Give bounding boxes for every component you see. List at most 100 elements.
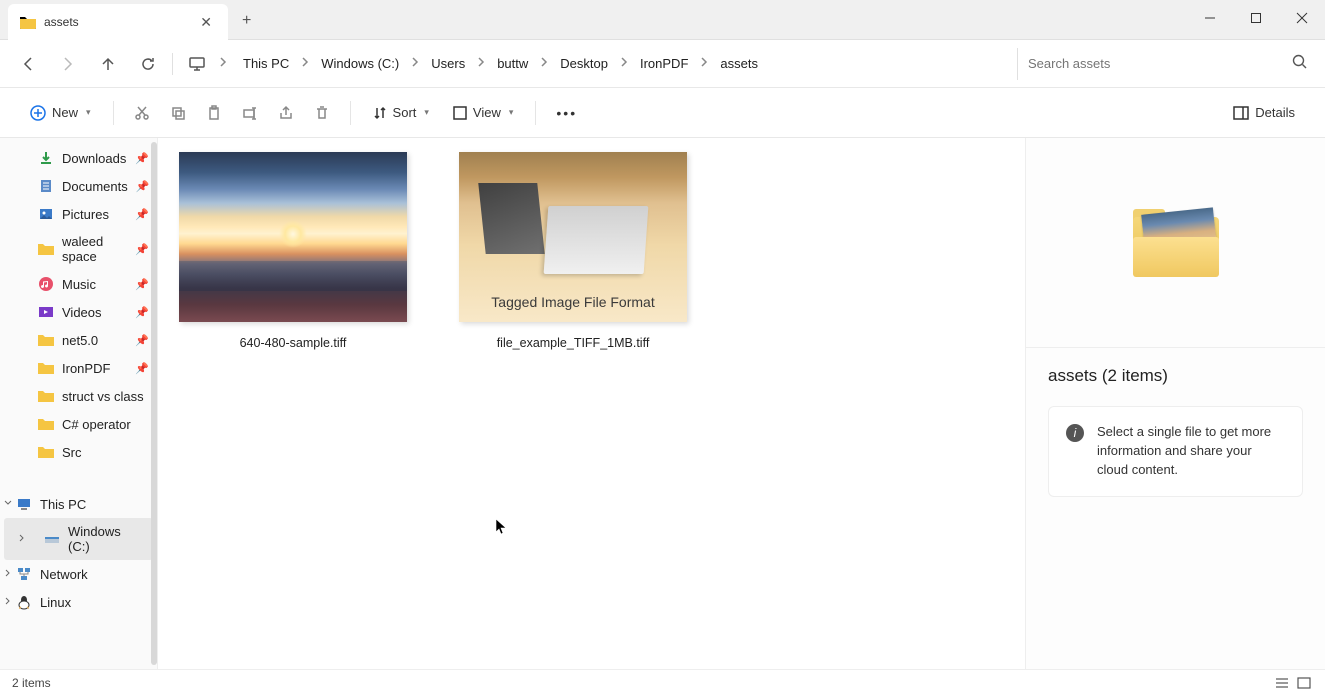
breadcrumb-item[interactable]: Users <box>425 52 471 75</box>
file-thumbnail <box>179 152 407 322</box>
file-name: file_example_TIFF_1MB.tiff <box>497 336 650 350</box>
folder-icon <box>38 241 54 257</box>
tab-close-button[interactable]: ✕ <box>196 14 216 31</box>
folder-icon <box>20 15 36 29</box>
download-icon <box>38 150 54 166</box>
sidebar-label: Videos <box>62 305 102 320</box>
sidebar-item-folder[interactable]: IronPDF 📌 <box>0 354 157 382</box>
sidebar-item-network[interactable]: Network <box>0 560 157 588</box>
window-tab[interactable]: assets ✕ <box>8 4 228 40</box>
search-icon[interactable] <box>1292 54 1307 74</box>
sidebar-item-documents[interactable]: Documents📌 <box>0 172 157 200</box>
linux-icon <box>16 594 32 610</box>
breadcrumb-item[interactable]: Desktop <box>554 52 614 75</box>
view-label: View <box>473 105 501 120</box>
breadcrumb-chevron[interactable] <box>217 53 229 74</box>
sidebar-label: IronPDF <box>62 361 110 376</box>
pictures-icon <box>38 206 54 222</box>
expand-icon[interactable] <box>4 597 12 608</box>
pin-icon: 📌 <box>135 362 149 375</box>
folder-icon <box>38 360 54 376</box>
expand-icon[interactable] <box>18 534 26 545</box>
rename-button[interactable] <box>234 99 266 127</box>
minimize-button[interactable] <box>1187 0 1233 36</box>
search-input[interactable] <box>1028 56 1292 71</box>
sidebar-item-folder[interactable]: waleed space📌 <box>0 228 157 270</box>
sort-button[interactable]: Sort ▾ <box>363 99 439 126</box>
network-icon <box>16 566 32 582</box>
breadcrumb-chevron[interactable] <box>409 53 421 74</box>
sort-label: Sort <box>393 105 417 120</box>
sidebar-item-videos[interactable]: Videos📌 <box>0 298 157 326</box>
copy-button[interactable] <box>162 99 194 127</box>
breadcrumb-chevron[interactable] <box>299 53 311 74</box>
breadcrumb-chevron[interactable] <box>538 53 550 74</box>
share-button[interactable] <box>270 99 302 127</box>
breadcrumb-chevron[interactable] <box>698 53 710 74</box>
expand-icon[interactable] <box>4 569 12 580</box>
sidebar-item-folder[interactable]: Src <box>0 438 157 466</box>
sidebar-label: Documents <box>62 179 128 194</box>
view-button[interactable]: View ▾ <box>443 99 523 126</box>
sidebar-item-drive[interactable]: Windows (C:) <box>4 518 153 560</box>
sidebar-item-downloads[interactable]: Downloads📌 <box>0 144 157 172</box>
breadcrumb-item[interactable]: IronPDF <box>634 52 694 75</box>
new-tab-button[interactable]: + <box>228 0 265 42</box>
maximize-button[interactable] <box>1233 0 1279 36</box>
new-button[interactable]: New ▾ <box>20 99 101 127</box>
videos-icon <box>38 304 54 320</box>
sidebar-label: struct vs class <box>62 389 144 404</box>
breadcrumb-item[interactable]: Windows (C:) <box>315 52 405 75</box>
pc-icon[interactable] <box>177 44 217 84</box>
cut-button[interactable] <box>126 99 158 127</box>
file-name: 640-480-sample.tiff <box>240 336 347 350</box>
more-button[interactable]: ••• <box>548 99 585 127</box>
sidebar-item-folder[interactable]: struct vs class <box>0 382 157 410</box>
file-item[interactable]: Tagged Image File Format file_example_TI… <box>458 152 688 350</box>
close-window-button[interactable] <box>1279 0 1325 36</box>
folder-icon <box>38 388 54 404</box>
sidebar-item-music[interactable]: Music📌 <box>0 270 157 298</box>
expand-icon[interactable] <box>4 499 12 510</box>
paste-button[interactable] <box>198 99 230 127</box>
sidebar-scrollbar[interactable] <box>151 142 157 665</box>
folder-icon <box>38 332 54 348</box>
delete-button[interactable] <box>306 99 338 127</box>
folder-preview-icon <box>1133 209 1219 277</box>
file-thumbnail: Tagged Image File Format <box>459 152 687 322</box>
pin-icon: 📌 <box>135 152 149 165</box>
sidebar-label: This PC <box>40 497 86 512</box>
file-item[interactable]: 640-480-sample.tiff <box>178 152 408 350</box>
breadcrumb-item[interactable]: buttw <box>491 52 534 75</box>
details-info-box: i Select a single file to get more infor… <box>1048 406 1303 497</box>
chevron-down-icon: ▾ <box>424 107 429 118</box>
sidebar-label: waleed space <box>62 234 127 264</box>
pin-icon: 📌 <box>135 208 149 221</box>
thumbnail-overlay-text: Tagged Image File Format <box>459 294 687 310</box>
sidebar-item-folder[interactable]: net5.0📌 <box>0 326 157 354</box>
up-button[interactable] <box>88 44 128 84</box>
details-view-button[interactable] <box>1273 675 1291 691</box>
file-content-area[interactable]: 640-480-sample.tiff Tagged Image File Fo… <box>158 138 1025 669</box>
sidebar-label: Pictures <box>62 207 109 222</box>
thumbnail-view-button[interactable] <box>1295 675 1313 691</box>
main-area: Downloads📌 Documents📌 Pictures📌 waleed s… <box>0 138 1325 669</box>
new-label: New <box>52 105 78 120</box>
forward-button[interactable] <box>48 44 88 84</box>
sidebar-item-linux[interactable]: Linux <box>0 588 157 616</box>
breadcrumb-chevron[interactable] <box>475 53 487 74</box>
sidebar-item-folder[interactable]: C# operator <box>0 410 157 438</box>
breadcrumb-chevron[interactable] <box>618 53 630 74</box>
back-button[interactable] <box>8 44 48 84</box>
file-grid: 640-480-sample.tiff Tagged Image File Fo… <box>158 138 1025 669</box>
item-count: 2 items <box>12 676 51 690</box>
breadcrumb-item[interactable]: This PC <box>237 52 295 75</box>
sidebar-item-pictures[interactable]: Pictures 📌 <box>0 200 157 228</box>
breadcrumb-item[interactable]: assets <box>714 52 764 75</box>
details-toggle[interactable]: Details <box>1223 99 1305 126</box>
sidebar-item-thispc[interactable]: This PC <box>0 490 157 518</box>
title-bar: assets ✕ + <box>0 0 1325 40</box>
refresh-button[interactable] <box>128 44 168 84</box>
pc-icon <box>16 496 32 512</box>
search-box[interactable] <box>1017 48 1317 80</box>
